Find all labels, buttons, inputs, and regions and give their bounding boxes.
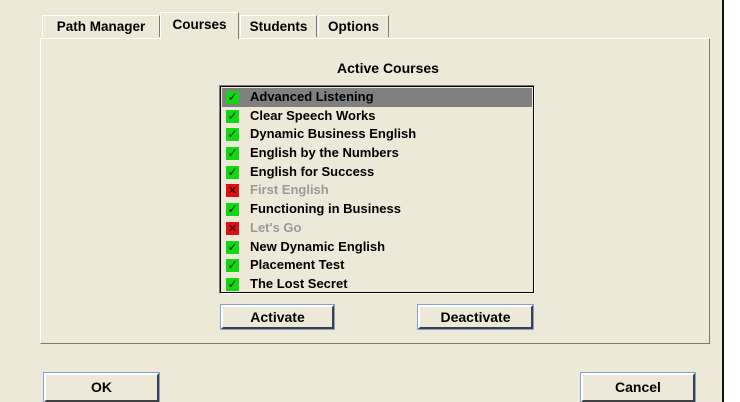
cross-icon: ✕ [226, 221, 239, 235]
cancel-button[interactable]: Cancel [580, 372, 696, 402]
list-item[interactable]: ✓ English by the Numbers [222, 144, 532, 163]
list-item[interactable]: ✓ New Dynamic English [222, 238, 532, 257]
list-item[interactable]: ✓ Advanced Listening [222, 88, 532, 107]
course-label: Let's Go [250, 219, 302, 235]
list-item[interactable]: ✕ Let's Go [222, 219, 532, 238]
checkmark-icon: ✓ [226, 90, 239, 104]
window-right-border [722, 0, 724, 402]
checkmark-icon: ✓ [226, 146, 239, 161]
checkmark-icon: ✓ [226, 239, 239, 254]
activate-button[interactable]: Activate [220, 304, 335, 330]
course-label: Advanced Listening [250, 89, 374, 104]
course-label: The Lost Secret [250, 275, 348, 291]
list-item[interactable]: ✓ The Lost Secret [222, 275, 532, 294]
course-label: English for Success [250, 163, 375, 179]
course-label: Placement Test [250, 257, 345, 273]
checkmark-icon: ✓ [226, 276, 239, 291]
checkmark-icon: ✓ [226, 202, 239, 217]
tab-options[interactable]: Options [318, 15, 389, 37]
course-label: English by the Numbers [250, 145, 399, 161]
tab-courses[interactable]: Courses [160, 12, 239, 39]
ok-button[interactable]: OK [43, 372, 160, 402]
checkmark-icon: ✓ [226, 164, 239, 179]
course-manager-dialog: Path Manager Courses Students Options Ac… [0, 0, 724, 402]
list-item[interactable]: ✕ First English [222, 181, 532, 200]
checkmark-icon: ✓ [226, 258, 239, 273]
list-item[interactable]: ✓ Functioning in Business [222, 200, 532, 219]
course-label: First English [250, 182, 329, 198]
list-item[interactable]: ✓ Clear Speech Works [222, 107, 532, 126]
course-label: New Dynamic English [250, 238, 386, 254]
checkmark-icon: ✓ [226, 127, 239, 142]
list-item[interactable]: ✓ English for Success [222, 163, 532, 182]
panel-title: Active Courses [337, 60, 439, 76]
list-item[interactable]: ✓ Dynamic Business English [222, 125, 532, 144]
tab-path-manager[interactable]: Path Manager [42, 15, 160, 37]
tab-students[interactable]: Students [240, 15, 317, 37]
cross-icon: ✕ [226, 184, 239, 198]
list-item[interactable]: ✓ Placement Test [222, 256, 532, 275]
course-label: Clear Speech Works [250, 107, 376, 123]
deactivate-button[interactable]: Deactivate [417, 304, 534, 330]
courses-tab-panel: Active Courses ✓ Advanced Listening ✓ Cl… [40, 38, 710, 344]
course-label: Dynamic Business English [250, 126, 417, 142]
checkmark-icon: ✓ [226, 108, 239, 123]
course-label: Functioning in Business [250, 201, 401, 217]
course-list[interactable]: ✓ Advanced Listening ✓ Clear Speech Work… [219, 85, 535, 294]
